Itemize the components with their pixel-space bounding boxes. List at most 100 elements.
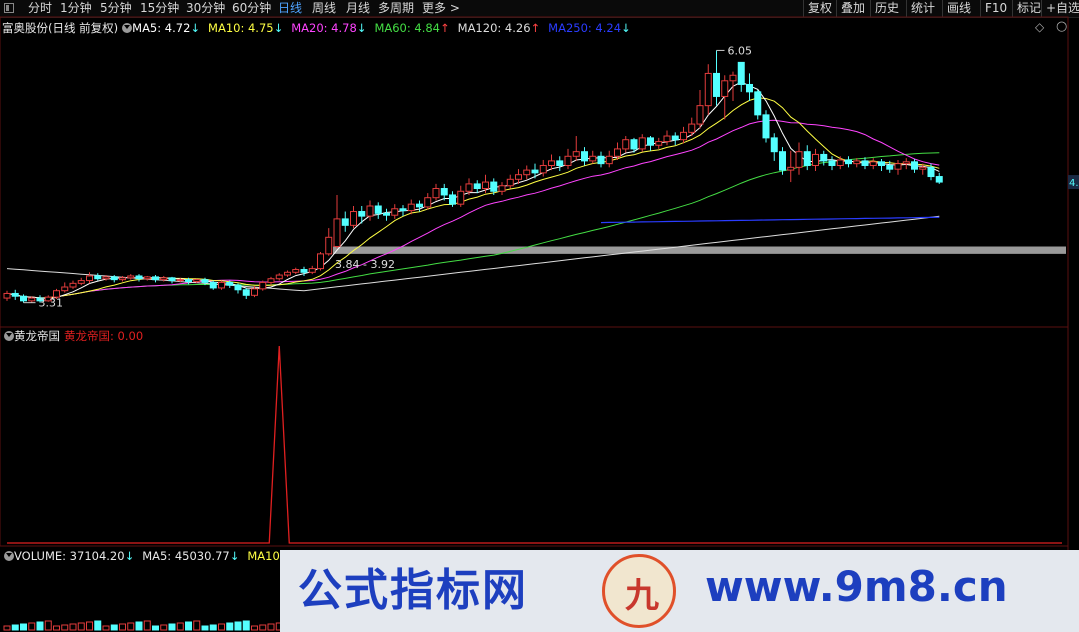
volume-bar (160, 624, 168, 631)
candle-body (292, 269, 300, 273)
candle-body (754, 91, 762, 116)
candle-body (680, 131, 687, 141)
gap-price-label: 3.84 - 3.92 (335, 258, 395, 271)
candle (317, 252, 324, 271)
candle (498, 182, 506, 195)
candle-body (366, 205, 374, 217)
candle (61, 282, 69, 293)
candle (762, 110, 770, 143)
candle-body (548, 160, 555, 166)
candle (655, 137, 663, 149)
candle (680, 126, 687, 144)
candle (399, 205, 407, 217)
candle-body (836, 159, 844, 166)
candle (259, 280, 267, 291)
volume-bar (185, 621, 192, 631)
candle-body (341, 218, 349, 226)
candle-body (308, 268, 316, 273)
candle (69, 280, 77, 289)
watermark-banner: 公式指标网 九 www.9m8.cn (280, 550, 1079, 632)
volume-bar (242, 620, 250, 631)
candle (713, 50, 720, 106)
candle-body (853, 160, 861, 165)
watermark-url: www.9m8.cn (705, 562, 1008, 611)
candle-body (911, 161, 918, 170)
candle-body (160, 277, 168, 281)
candle-body (127, 275, 135, 279)
candle (663, 130, 671, 146)
candle-body (622, 139, 630, 150)
candle (754, 90, 762, 120)
candle-body (20, 295, 27, 302)
candle (935, 172, 943, 184)
volume-bar (11, 624, 19, 631)
candle-body (688, 123, 696, 133)
candle-body (242, 289, 250, 296)
candle (275, 273, 283, 281)
candle (894, 159, 902, 175)
candle-body (259, 281, 267, 290)
indicator-panel-frame (0, 326, 1069, 547)
candle-body (589, 155, 597, 162)
candle (911, 159, 918, 173)
candle (779, 147, 786, 175)
candle-body (803, 151, 811, 166)
candle (572, 136, 580, 161)
volume-bar (209, 624, 217, 631)
low-price-label: 3.31 (39, 297, 64, 310)
candle-body (374, 205, 382, 214)
candle (729, 71, 737, 102)
candle-body (358, 211, 366, 217)
candle (308, 265, 316, 275)
candle (506, 174, 514, 189)
candle-body (391, 208, 399, 216)
candle (845, 156, 852, 168)
volume-bar (267, 623, 275, 631)
kline-chart: 6.05 3.31 3.84 - 3.92 4. (0, 16, 1079, 632)
volume-bar (127, 622, 135, 631)
candle-body (119, 277, 126, 281)
candle-body (399, 208, 407, 212)
candle (440, 183, 448, 201)
candle-body (383, 212, 390, 216)
candle (721, 75, 729, 120)
candle-body (861, 160, 869, 166)
candle (168, 276, 176, 284)
candle (234, 283, 242, 294)
candle (11, 289, 19, 300)
candle (746, 73, 753, 102)
candle (828, 156, 836, 171)
candle-body (28, 297, 36, 302)
volume-bar (234, 621, 242, 631)
candle-body (828, 160, 836, 166)
candle (77, 277, 85, 286)
indicator-line (7, 345, 1062, 544)
candle-body (556, 160, 564, 166)
candle (605, 150, 613, 168)
watermark-logo-text: 九 (625, 576, 659, 616)
candle (523, 165, 531, 180)
candle-body (713, 72, 720, 97)
candle-body (605, 155, 613, 165)
candle-body (465, 183, 473, 192)
candle-body (432, 188, 440, 199)
candle (770, 133, 778, 161)
candle (696, 90, 704, 129)
candle (787, 150, 795, 183)
candle (581, 147, 588, 166)
candle-body (845, 159, 852, 165)
candle (424, 193, 432, 210)
last-price-label: 4. (1069, 178, 1079, 189)
candle (531, 163, 539, 179)
candle-body (564, 155, 572, 166)
candle-body (457, 190, 465, 205)
volume-bar (44, 620, 52, 631)
candle-body (820, 153, 828, 162)
candle-body (647, 137, 654, 146)
volume-bar (176, 622, 184, 631)
candle-body (498, 185, 506, 192)
candle (135, 274, 143, 282)
candle-body (531, 169, 539, 174)
candle-body (729, 74, 737, 82)
candle (457, 185, 465, 207)
